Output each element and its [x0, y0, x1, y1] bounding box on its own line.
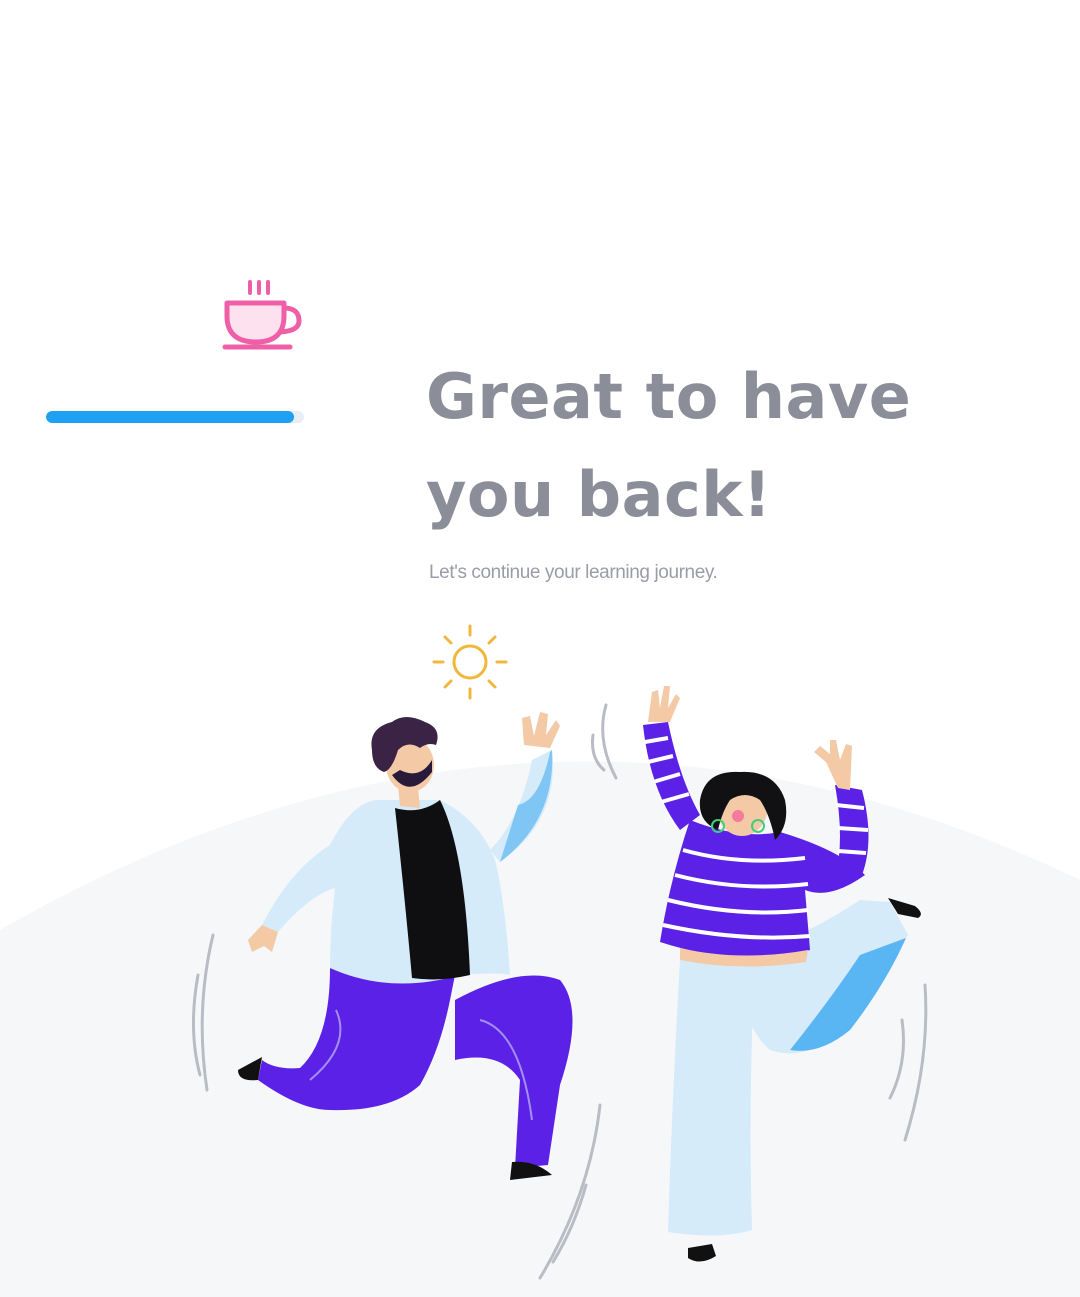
progress-bar — [46, 411, 304, 423]
welcome-headline-line-1: Great to have — [426, 360, 912, 433]
welcome-back-screen: Great to have you back! Let's continue y… — [0, 0, 1080, 1297]
welcome-headline: Great to have you back! — [426, 348, 986, 544]
welcome-subtitle: Let's continue your learning journey. — [429, 562, 718, 583]
welcome-headline-line-2: you back! — [426, 458, 772, 531]
man-figure — [238, 712, 573, 1180]
woman-figure — [643, 686, 921, 1262]
progress-bar-fill — [46, 411, 294, 423]
coffee-cup-icon — [222, 280, 302, 350]
dancing-people-illustration — [191, 686, 928, 1280]
